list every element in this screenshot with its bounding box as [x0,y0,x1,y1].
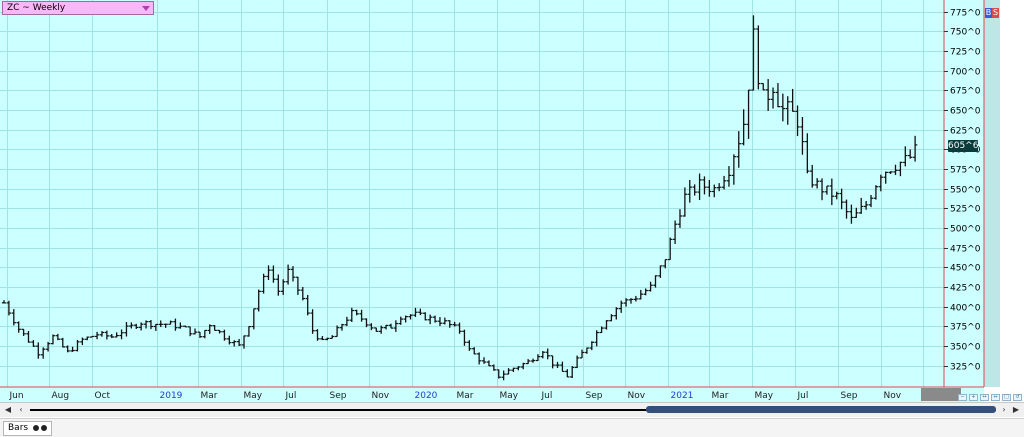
y-tick-label: 475^0 [950,245,981,255]
symbol-label: ZC ~ Weekly [7,3,66,13]
scale-badge-b: B [985,8,992,18]
y-tick-label: 400^0 [950,304,981,314]
date-axis-area [0,387,984,402]
scroll-thumb[interactable] [646,406,996,413]
x-tick-label: Sep [841,391,858,401]
x-tick-label: 2021 [671,391,694,401]
chevron-down-icon[interactable] [142,6,150,11]
y-tick-label: 375^0 [950,323,981,333]
scroll-right-icon[interactable]: › [998,404,1010,415]
x-tick-label: Mar [712,391,729,401]
y-tick-label: 750^0 [950,28,981,38]
scroll-end-icon[interactable]: ▶ [1010,404,1022,415]
reset-icon[interactable]: ↺ [1013,394,1022,401]
tab-dot-icon [40,424,47,431]
y-tick-label: 575^0 [950,166,981,176]
x-tick-label: Nov [884,391,902,401]
price-chart: 325^0 350^0 375^0 400^0 425^0 450^0 475^0 500^0… [0,0,1000,402]
date-axis-end-marker [921,388,961,401]
tab-bars-label: Bars [8,423,29,433]
status-bar: Bars [0,418,1024,437]
x-tick-label: Sep [330,391,347,401]
time-scrollbar[interactable]: ◀ ‹ › ▶ [0,402,1024,417]
scroll-left-icon[interactable]: ‹ [15,404,27,415]
x-tick-label: Nov [628,391,646,401]
y-tick-label: 350^0 [950,343,981,353]
x-tick-label: Aug [52,391,70,401]
tab-dot-icon [32,424,39,431]
x-tick-label: May [244,391,263,401]
x-tick-label: 2019 [160,391,183,401]
tab-bars[interactable]: Bars [3,421,52,436]
scale-badge[interactable]: BS [985,8,999,18]
zoom-out-icon[interactable]: − [958,394,967,401]
x-tick-label: Nov [372,391,390,401]
y-tick-label: 500^0 [950,225,981,235]
y-tick-label: 625^0 [950,127,981,137]
scale-badge-s: S [992,8,999,18]
x-tick-label: Mar [457,391,474,401]
y-tick-label: 550^0 [950,186,981,196]
axis-side-panel [984,0,1000,387]
fit-icon[interactable]: □ [1002,394,1011,401]
x-tick-label: Sep [586,391,603,401]
y-tick-label: 700^0 [950,68,981,78]
x-tick-label: Mar [201,391,218,401]
y-tick-label: 425^0 [950,284,981,294]
x-tick-label: Jun [9,391,24,401]
y-tick-label: 675^0 [950,87,981,97]
y-tick-label: 650^0 [950,107,981,117]
y-tick-label: 775^0 [950,9,981,19]
y-tick-label: 450^0 [950,264,981,274]
y-tick-label: 325^0 [950,363,981,373]
symbol-selector[interactable]: ZC ~ Weekly [2,1,154,15]
last-price-tag: 605^6 [948,140,979,152]
y-tick-label: 525^0 [950,205,981,215]
x-tick-label: Oct [95,391,111,401]
compress-icon[interactable]: ↔ [980,394,989,401]
x-tick-label: 2020 [415,391,438,401]
x-tick-label: May [500,391,519,401]
expand-icon[interactable]: ⇔ [991,394,1000,401]
x-tick-label: Jul [285,391,297,401]
x-tick-label: Jul [541,391,553,401]
x-tick-label: May [755,391,774,401]
x-tick-label: Jul [797,391,809,401]
y-tick-label: 725^0 [950,48,981,58]
scroll-start-icon[interactable]: ◀ [2,404,14,415]
zoom-in-icon[interactable]: + [969,394,978,401]
